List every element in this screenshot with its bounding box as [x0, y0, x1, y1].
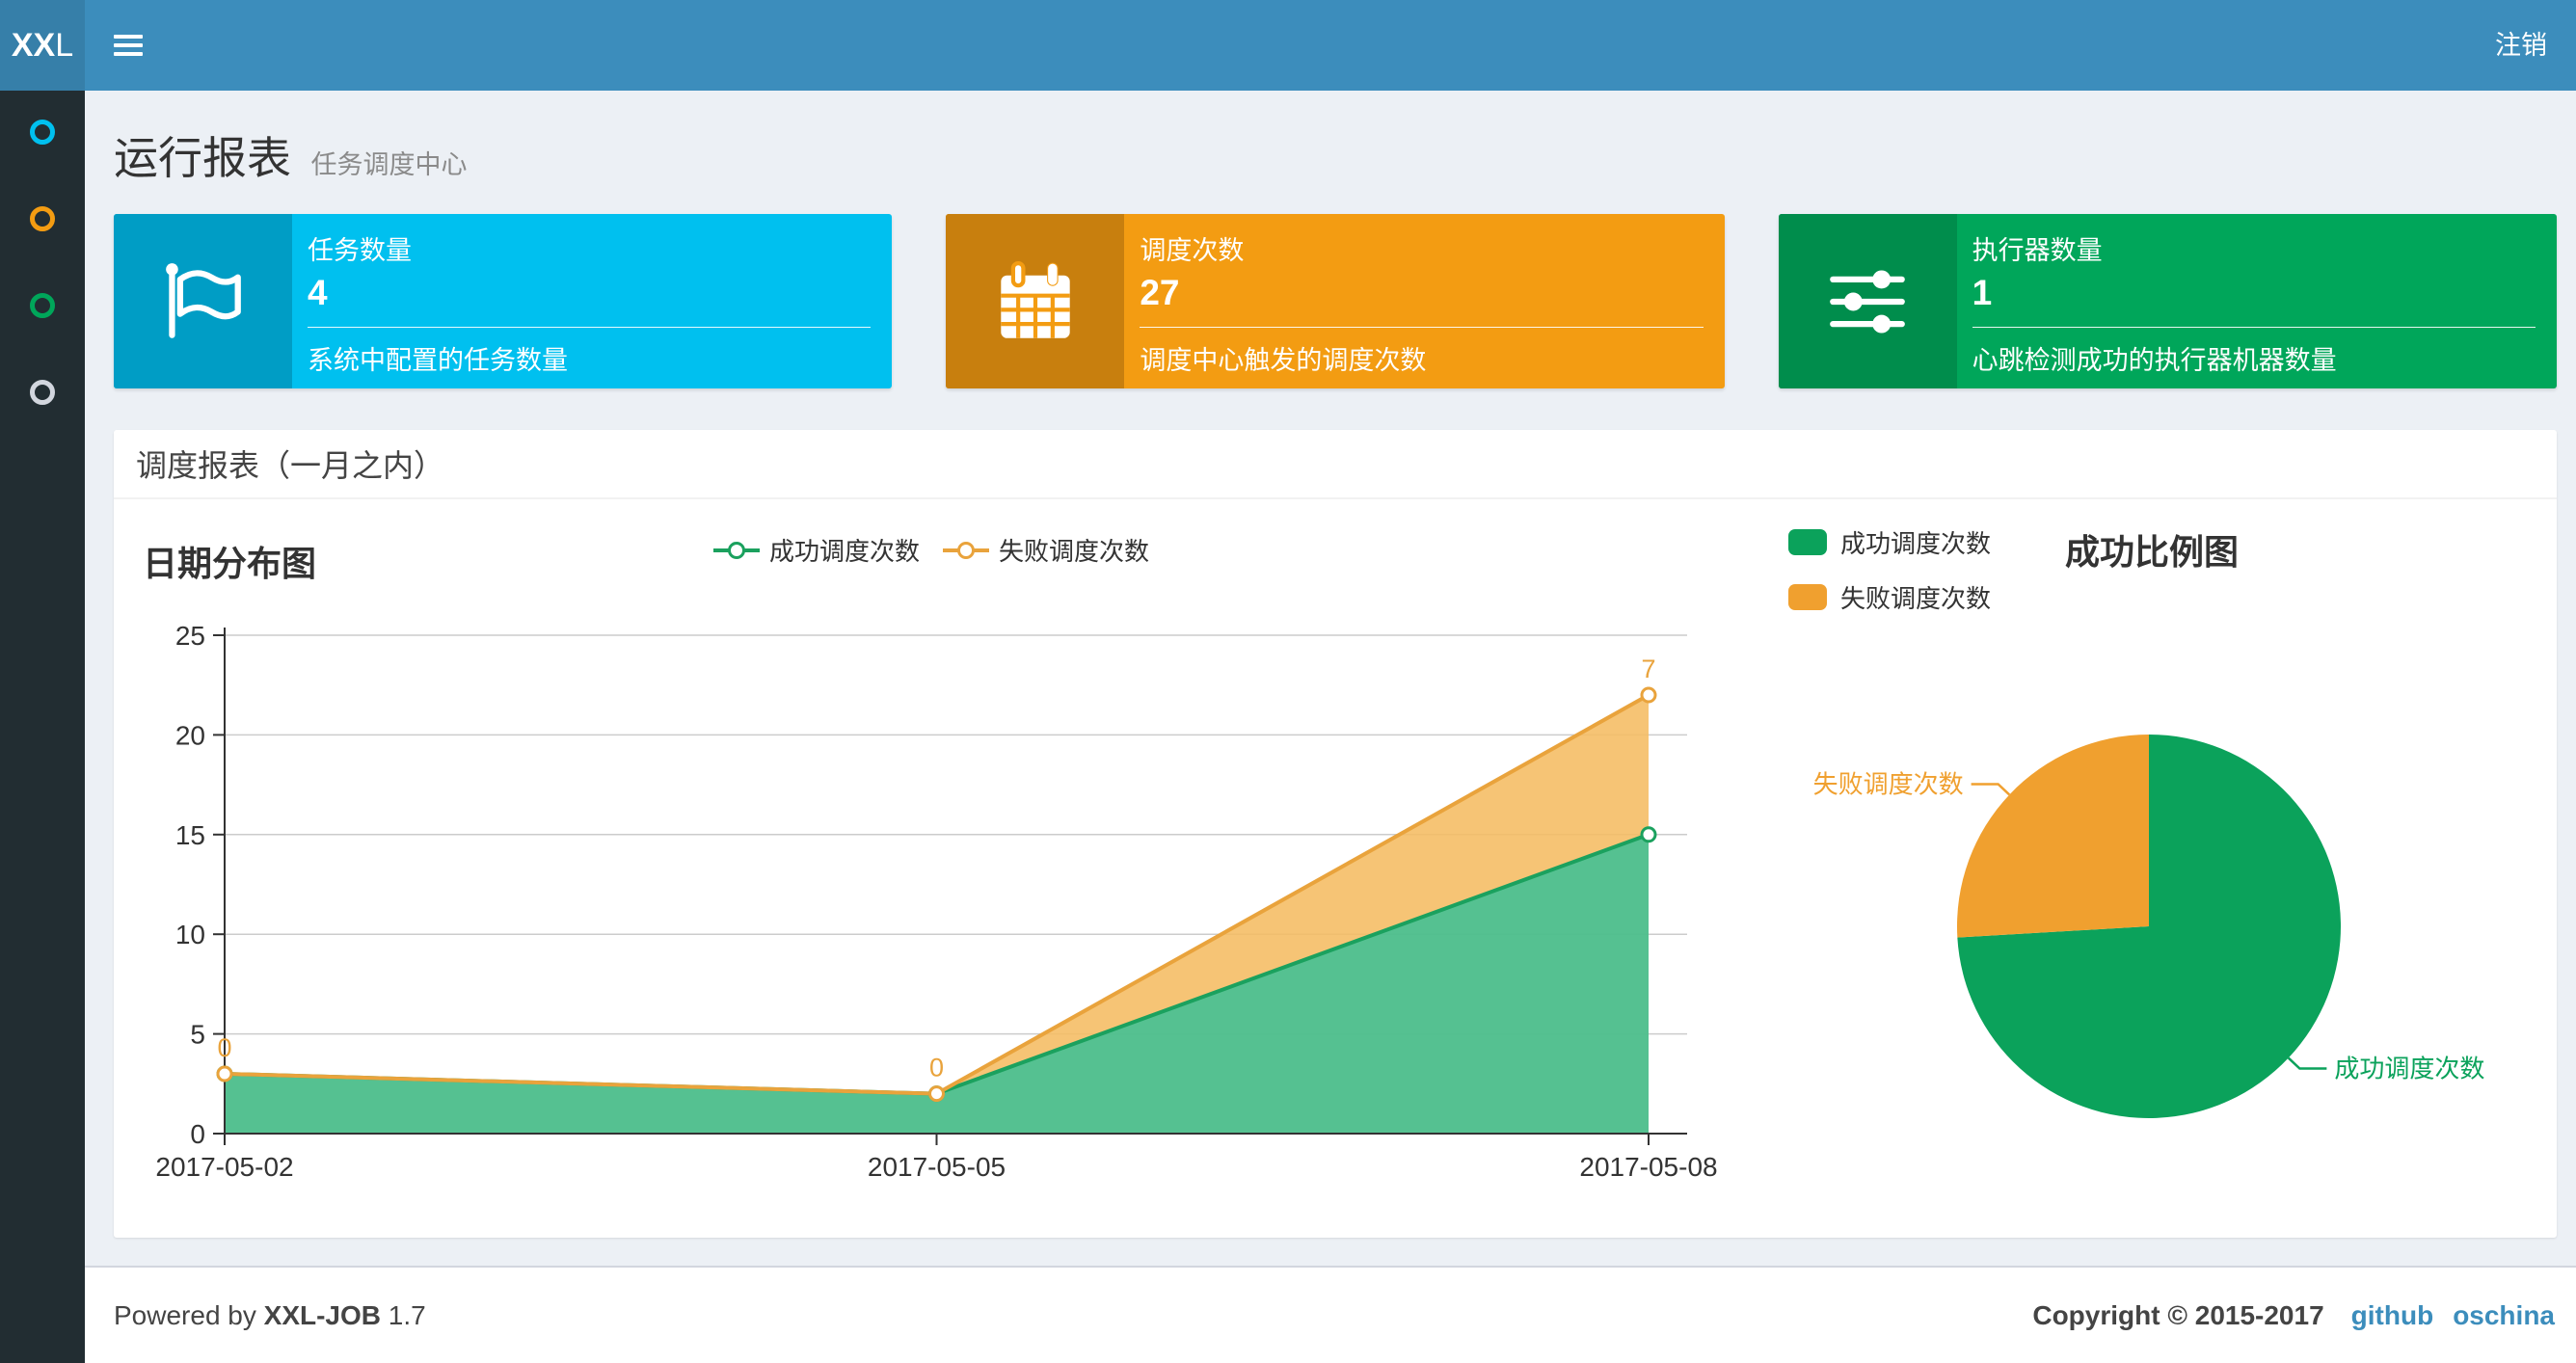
info-box-label: 调度次数: [1140, 236, 1245, 265]
legend-label: 失败调度次数: [999, 537, 1150, 566]
info-box-divider: [1140, 327, 1704, 328]
svg-text:2017-05-08: 2017-05-08: [1579, 1152, 1717, 1182]
top-navbar: XX L 注销: [0, 0, 2576, 91]
line-chart-canvas: 05101520252017-05-02 2017-05-05 2017-05-08…: [155, 621, 1717, 1182]
info-box-row: 任务数量 4 系统中配置的任务数量 调度次数 27 调度中心触发的调度次数 执行…: [114, 214, 2557, 388]
app-logo-rest: L: [55, 26, 74, 64]
content-area: 运行报表 任务调度中心 任务数量 4 系统中配置的任务数量 调度次数 27 调度…: [85, 91, 2576, 1266]
sidebar-item-help circle-icon[interactable]: [30, 380, 55, 405]
app-logo-bold: XX: [11, 26, 56, 64]
page-footer: Powered by XXL-JOB 1.7 Copyright © 2015-…: [85, 1266, 2576, 1363]
github-link[interactable]: github: [2351, 1300, 2434, 1331]
date-distribution-chart: 日期分布图 成功调度次数 失败调度次数 0 5 10 15 20 25 2017-0: [114, 499, 1733, 1236]
content-header: 运行报表 任务调度中心: [114, 123, 2557, 187]
legend-item-fail[interactable]: 失败调度次数: [943, 532, 1149, 568]
page-subtitle: 任务调度中心: [310, 150, 468, 179]
info-box-value: 1: [1972, 273, 1993, 312]
info-box-jobs: 任务数量 4 系统中配置的任务数量: [114, 214, 893, 388]
info-box-triggers-body: 调度次数 27 调度中心触发的调度次数: [1124, 214, 1724, 388]
svg-text:失败调度次数: 失败调度次数: [1813, 769, 1964, 798]
legend-item-success[interactable]: 成功调度次数: [713, 532, 920, 568]
legend-label: 成功调度次数: [769, 537, 921, 566]
svg-text:2017-05-02: 2017-05-02: [155, 1152, 293, 1182]
page-title: 运行报表: [114, 133, 291, 183]
app-logo[interactable]: XX L: [0, 0, 85, 91]
info-box-description: 心跳检测成功的执行器机器数量: [1972, 346, 2337, 375]
info-box-label: 任务数量: [308, 236, 412, 265]
footer-product: XXL-JOB: [263, 1299, 382, 1330]
footer-powered-prefix: Powered by: [114, 1299, 256, 1330]
calendar-icon: [946, 214, 1125, 388]
svg-text:0: 0: [190, 1119, 205, 1149]
line-chart-title: 日期分布图: [143, 544, 317, 583]
svg-text:2017-05-05: 2017-05-05: [868, 1152, 1006, 1182]
info-box-value: 27: [1140, 273, 1180, 312]
footer-version: 1.7: [388, 1299, 426, 1330]
info-box-triggers: 调度次数 27 调度中心触发的调度次数: [946, 214, 1725, 388]
sidebar-toggle-icon[interactable]: [94, 0, 162, 91]
flag-icon: [114, 214, 292, 388]
svg-text:0: 0: [217, 1033, 231, 1062]
footer-links: Copyright © 2015-2017 github oschina: [2032, 1300, 2555, 1331]
sliders-icon: [1778, 214, 1957, 388]
report-panel-body: 日期分布图 成功调度次数 失败调度次数 0 5 10 15 20 25 2017-0: [114, 499, 2557, 1236]
line-chart-legend: 成功调度次数 失败调度次数: [713, 532, 1149, 568]
svg-text:成功调度次数: 成功调度次数: [2334, 1055, 2484, 1083]
svg-text:5: 5: [190, 1020, 205, 1050]
report-panel-title: 调度报表（一月之内）: [136, 448, 445, 483]
svg-text:20: 20: [175, 720, 205, 750]
svg-text:25: 25: [175, 621, 205, 651]
pie-chart-canvas: 成功调度次数 失败调度次数: [1813, 735, 2484, 1118]
sidebar-item-job circle-icon[interactable]: [30, 206, 55, 231]
footer-powered: Powered by XXL-JOB 1.7: [114, 1300, 426, 1331]
info-box-description: 调度中心触发的调度次数: [1140, 346, 1427, 375]
svg-text:10: 10: [175, 920, 205, 949]
report-panel-header: 调度报表（一月之内）: [114, 430, 2557, 499]
svg-text:0: 0: [929, 1054, 944, 1082]
info-box-divider: [1972, 327, 2536, 328]
line-legend-marker-icon: [943, 541, 990, 559]
info-box-executors-body: 执行器数量 1 心跳检测成功的执行器机器数量: [1957, 214, 2557, 388]
sidebar-item-executor circle-icon[interactable]: [30, 293, 55, 318]
oschina-link[interactable]: oschina: [2453, 1300, 2555, 1331]
success-ratio-chart: 成功调度次数 失败调度次数 成功比例图 成功调度次数 失败调度次数: [1733, 499, 2557, 1236]
sidebar: [0, 91, 85, 1363]
info-box-label: 执行器数量: [1972, 236, 2103, 265]
info-box-value: 4: [308, 273, 328, 312]
line-legend-marker-icon: [713, 541, 760, 559]
report-panel: 调度报表（一月之内） 日期分布图 成功调度次数 失败调度次数 0 5 10 15…: [114, 430, 2557, 1238]
sidebar-item-dashboard circle-icon[interactable]: [30, 120, 55, 145]
page-wrapper: 运行报表 任务调度中心 任务数量 4 系统中配置的任务数量 调度次数 27 调度…: [0, 91, 2576, 1363]
svg-text:15: 15: [175, 820, 205, 850]
info-box-executors: 执行器数量 1 心跳检测成功的执行器机器数量: [1778, 214, 2557, 388]
info-box-divider: [308, 327, 872, 328]
logout-link[interactable]: 注销: [2466, 0, 2576, 91]
footer-copyright: Copyright © 2015-2017: [2032, 1299, 2324, 1330]
info-box-description: 系统中配置的任务数量: [308, 346, 568, 375]
navbar-main: 注销: [85, 0, 2576, 91]
info-box-jobs-body: 任务数量 4 系统中配置的任务数量: [292, 214, 892, 388]
svg-text:7: 7: [1641, 655, 1655, 683]
main-area: 运行报表 任务调度中心 任务数量 4 系统中配置的任务数量 调度次数 27 调度…: [85, 91, 2576, 1363]
